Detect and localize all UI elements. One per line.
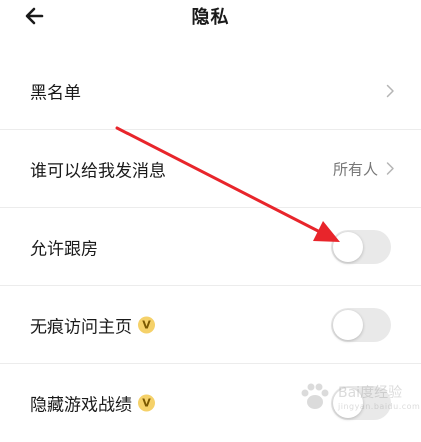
allow-follow-room-toggle[interactable] <box>331 229 391 264</box>
vip-badge-icon: V <box>138 316 155 333</box>
paw-logo-icon <box>301 383 329 409</box>
who-can-message-row[interactable]: 谁可以给我发消息 所有人 <box>0 130 421 208</box>
who-can-message-value: 所有人 <box>332 160 378 178</box>
watermark-sub: jingyan.baidu.com <box>338 402 421 411</box>
blacklist-row[interactable]: 黑名单 <box>0 52 421 130</box>
row-label: 允许跟房 <box>30 239 98 259</box>
row-label: 隐藏游戏战绩 V <box>30 391 155 416</box>
row-right: 所有人 <box>333 158 395 179</box>
toggle-knob <box>333 231 363 262</box>
chevron-right-icon <box>386 84 394 97</box>
row-label: 无痕访问主页 V <box>30 312 155 337</box>
top-bar: 隐私 <box>0 0 421 34</box>
incognito-visit-row: 无痕访问主页 V <box>0 286 421 364</box>
watermark-text: Bai度经验 <box>338 385 403 401</box>
chevron-right-icon <box>386 162 394 175</box>
row-label: 黑名单 <box>30 83 81 103</box>
watermark: Bai度经验 jingyan.baidu.com <box>298 376 420 424</box>
row-label: 谁可以给我发消息 <box>30 161 166 181</box>
vip-badge-icon: V <box>138 394 155 412</box>
toggle-knob <box>333 309 363 340</box>
allow-follow-room-row: 允许跟房 <box>0 208 421 286</box>
incognito-visit-toggle[interactable] <box>331 307 391 342</box>
page-title: 隐私 <box>191 7 230 28</box>
row-right <box>386 84 395 98</box>
